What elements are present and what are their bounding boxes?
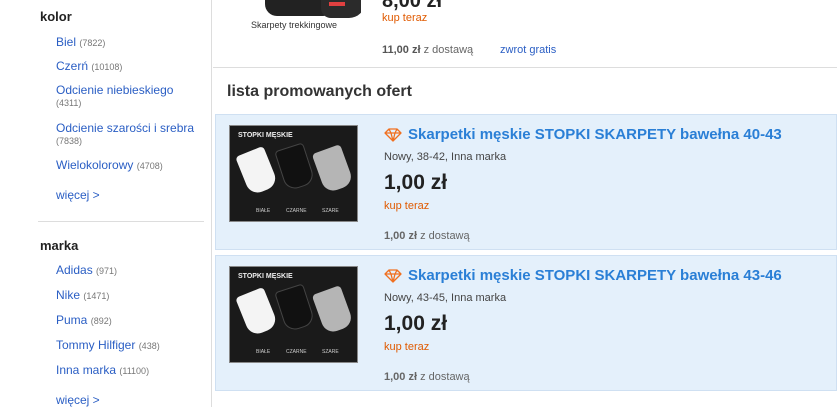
listing-page: kolor Biel (7822) Czerń (10108) Odcienie… — [0, 0, 837, 407]
image-label: SZARE — [322, 208, 339, 214]
main-content: Skarpety trekkingowe 8,00 zł kup teraz 1… — [213, 0, 837, 407]
filter-label: Odcienie niebieskiego — [56, 83, 174, 97]
filter-title-brand: marka — [40, 238, 79, 253]
offer-delivery: 1,00 zł z dostawą — [384, 371, 470, 383]
delivery-price: 1,00 zł — [384, 230, 418, 242]
filter-count: (11100) — [119, 366, 150, 376]
filter-count: (1471) — [83, 291, 110, 301]
filter-count: (892) — [90, 316, 112, 326]
filter-label: Czerń — [56, 59, 89, 73]
filter-item-white[interactable]: Biel (7822) — [56, 35, 105, 50]
filter-item-blue[interactable]: Odcienie niebieskiego (4311) — [56, 83, 173, 109]
image-header: STOPKI MĘSKIE — [238, 132, 293, 139]
delivery-suffix: z dostawą — [423, 44, 474, 56]
grey-sock — [311, 144, 355, 194]
top-listing-delivery: 11,00 zł z dostawą — [382, 44, 473, 56]
offer-price: 1,00 zł — [384, 312, 448, 335]
offer-details: Nowy, 38-42, Inna marka — [384, 151, 507, 163]
grey-sock — [311, 285, 355, 335]
offer-price: 1,00 zł — [384, 171, 448, 194]
image-label: CZARNE — [286, 349, 307, 355]
sock-stripe — [329, 2, 345, 6]
filter-count: (7822) — [79, 38, 106, 48]
image-label: CZARNE — [286, 208, 307, 214]
black-sock — [274, 142, 316, 192]
filter-item-tommy-hilfiger[interactable]: Tommy Hilfiger (438) — [56, 338, 160, 353]
filter-label: Odcienie szarości i srebra — [56, 121, 195, 135]
filter-label: Wielokolorowy — [56, 158, 134, 172]
black-sock — [274, 283, 316, 333]
filter-item-puma[interactable]: Puma (892) — [56, 313, 112, 328]
filter-item-multicolor[interactable]: Wielokolorowy (4708) — [56, 158, 163, 173]
white-sock — [235, 145, 279, 197]
offer-buy-now: kup teraz — [384, 341, 430, 353]
free-return-link[interactable]: zwrot gratis — [500, 44, 556, 56]
filter-sidebar: kolor Biel (7822) Czerń (10108) Odcienie… — [0, 0, 212, 407]
filter-item-nike[interactable]: Nike (1471) — [56, 288, 109, 303]
promoted-heading: lista promowanych ofert — [227, 83, 412, 100]
filter-label: Puma — [56, 313, 88, 327]
filter-count: (971) — [96, 266, 118, 276]
promoted-offer[interactable]: STOPKI MĘSKIE BIAŁE CZARNE SZARE Skarpet… — [215, 255, 837, 391]
filter-count: (438) — [138, 341, 160, 351]
image-label: SZARE — [322, 349, 339, 355]
offer-title-link[interactable]: Skarpetki męskie STOPKI SKARPETY bawełna… — [408, 267, 782, 284]
delivery-suffix: z dostawą — [420, 371, 470, 383]
listing-divider — [213, 67, 837, 68]
filter-item-black[interactable]: Czerń (10108) — [56, 59, 122, 74]
filter-label: Nike — [56, 288, 81, 302]
delivery-price: 11,00 zł — [382, 44, 421, 56]
offer-buy-now: kup teraz — [384, 200, 430, 212]
image-label: BIAŁE — [256, 349, 271, 355]
filter-count: (4708) — [136, 161, 163, 171]
filter-count: (4311) — [56, 98, 82, 108]
filter-item-grey[interactable]: Odcienie szarości i srebra (7838) — [56, 121, 194, 147]
sidebar-divider — [38, 221, 204, 222]
offer-details: Nowy, 43-45, Inna marka — [384, 292, 507, 304]
filter-count: (10108) — [91, 62, 123, 72]
more-colors-link[interactable]: więcej > — [56, 188, 100, 202]
white-sock — [235, 286, 279, 338]
offer-title-row: Skarpetki męskie STOPKI SKARPETY bawełna… — [384, 267, 782, 284]
more-brands-link[interactable]: więcej > — [56, 393, 100, 407]
offer-image[interactable]: STOPKI MĘSKIE BIAŁE CZARNE SZARE — [229, 125, 358, 222]
image-label: BIAŁE — [256, 208, 271, 214]
promoted-offer[interactable]: STOPKI MĘSKIE BIAŁE CZARNE SZARE Skarpet… — [215, 114, 837, 250]
offer-title-link[interactable]: Skarpetki męskie STOPKI SKARPETY bawełna… — [408, 126, 782, 143]
filter-label: Adidas — [56, 263, 93, 277]
image-header: STOPKI MĘSKIE — [238, 273, 293, 280]
filter-label: Tommy Hilfiger — [56, 338, 136, 352]
delivery-suffix: z dostawą — [420, 230, 470, 242]
offer-title-row: Skarpetki męskie STOPKI SKARPETY bawełna… — [384, 126, 782, 143]
filter-title-color: kolor — [40, 9, 72, 24]
filter-count: (7838) — [56, 136, 83, 146]
offer-delivery: 1,00 zł z dostawą — [384, 230, 470, 242]
filter-item-adidas[interactable]: Adidas (971) — [56, 263, 117, 278]
delivery-price: 1,00 zł — [384, 371, 418, 383]
top-listing-buy-now: kup teraz — [382, 12, 428, 24]
filter-label: Biel — [56, 35, 77, 49]
offer-image[interactable]: STOPKI MĘSKIE BIAŁE CZARNE SZARE — [229, 266, 358, 363]
top-listing-image-label: Skarpety trekkingowe — [251, 20, 338, 30]
diamond-icon — [384, 127, 402, 142]
diamond-icon — [384, 268, 402, 283]
filter-label: Inna marka — [56, 363, 117, 377]
filter-item-other-brand[interactable]: Inna marka (11100) — [56, 363, 149, 378]
